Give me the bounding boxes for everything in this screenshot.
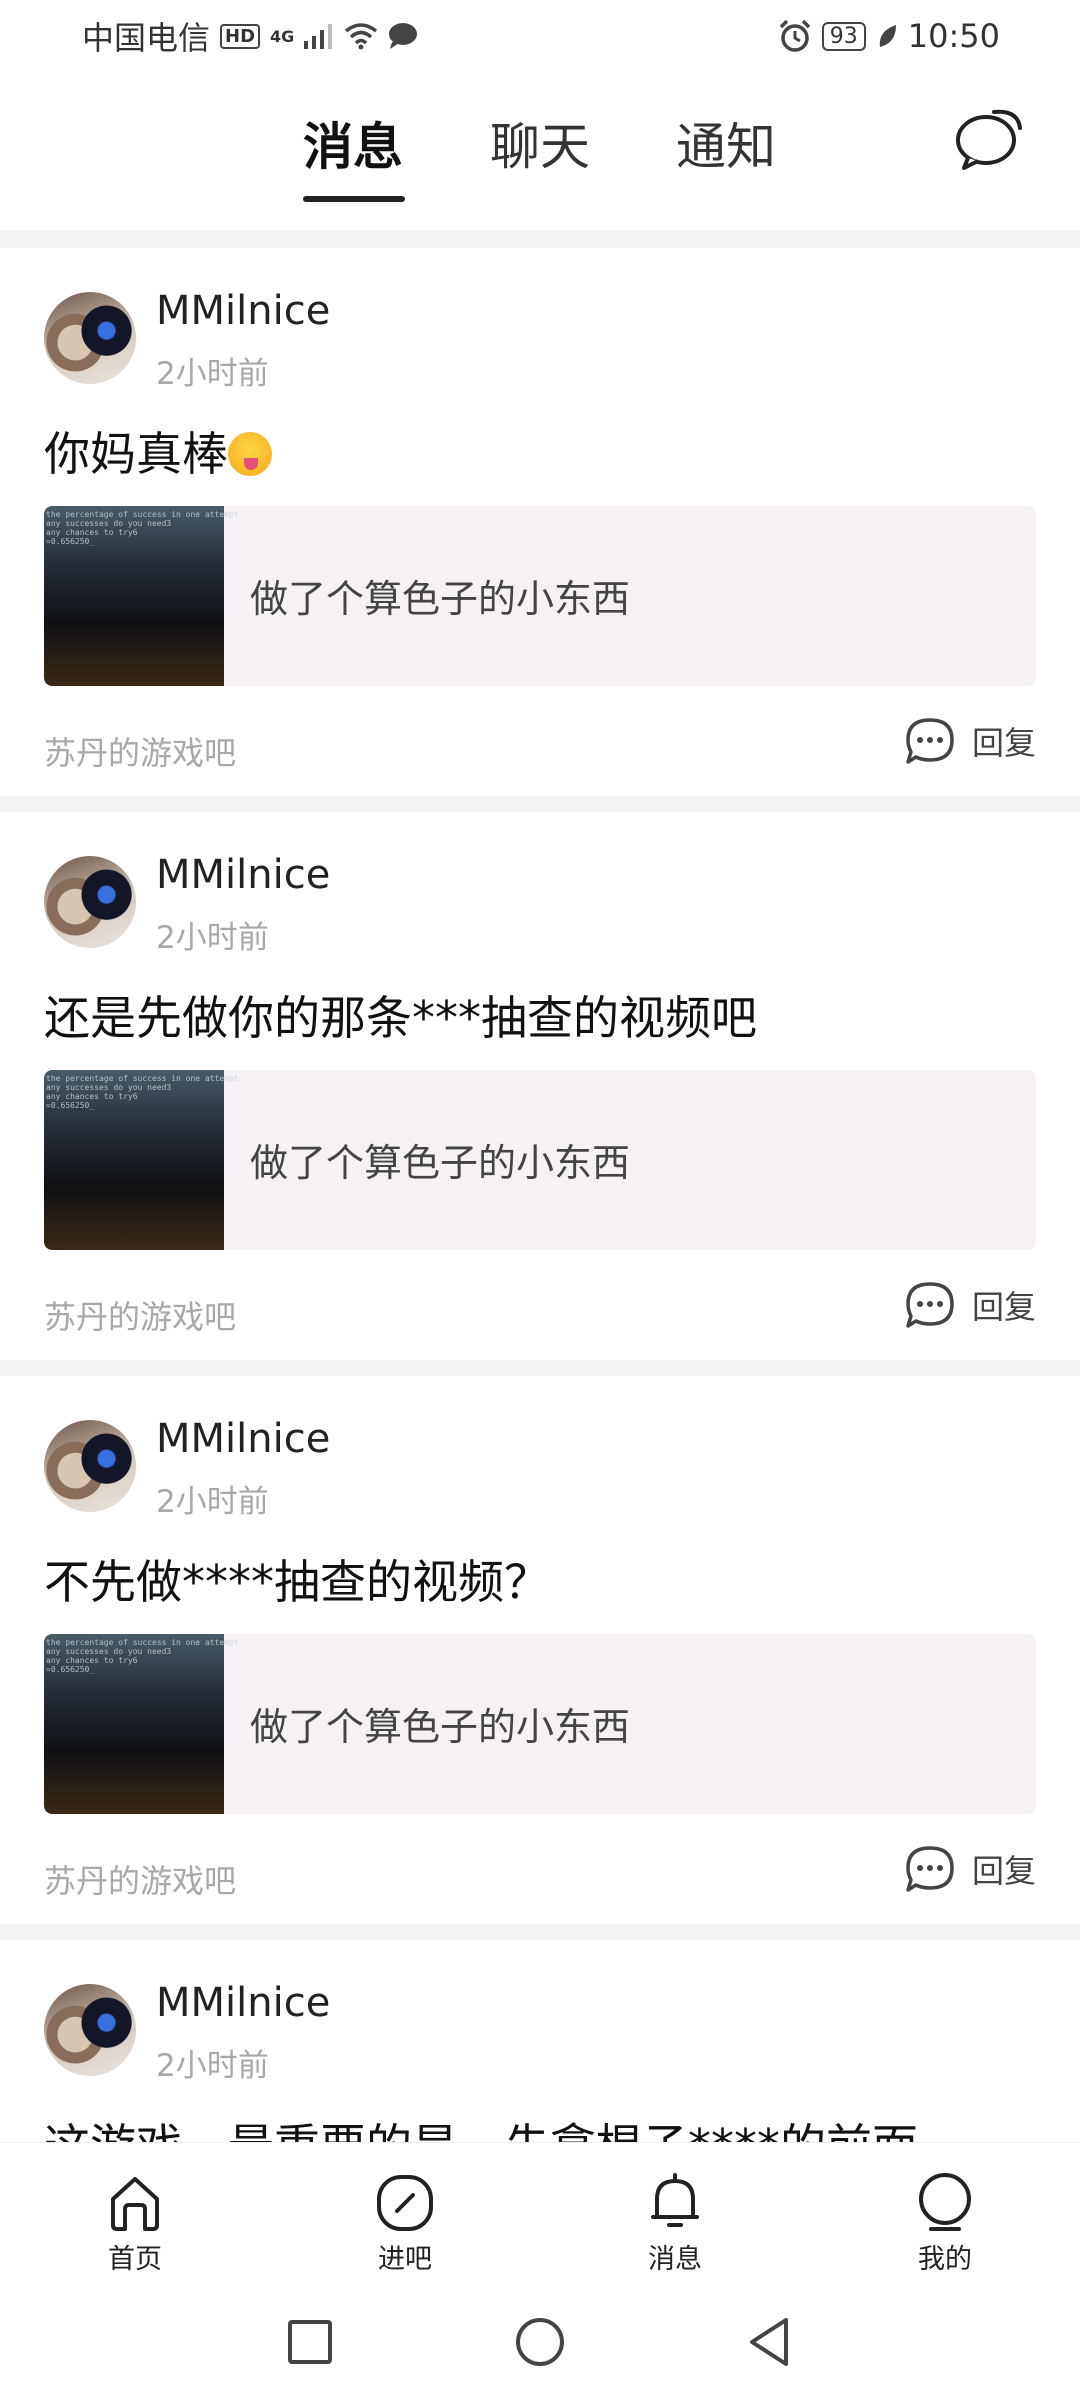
compass-icon — [377, 2175, 433, 2231]
nav-label: 进吧 — [378, 2244, 432, 2275]
bell-icon — [651, 2173, 699, 2227]
reply-button[interactable]: 回复 — [904, 716, 1036, 766]
chat-bubbles-icon[interactable] — [954, 106, 1024, 170]
comment-icon — [906, 1282, 954, 1328]
network-type: 4G — [270, 26, 295, 46]
nav-messages[interactable]: 消息 — [605, 2171, 745, 2276]
nav-explore[interactable]: 进吧 — [335, 2171, 475, 2276]
tab-notifications[interactable]: 通知 — [676, 107, 776, 179]
timestamp: 2小时前 — [156, 920, 269, 956]
carrier-label: 中国电信 — [82, 19, 211, 57]
avatar[interactable] — [44, 856, 136, 948]
message-text[interactable]: 不先做****抽查的视频？ — [44, 1546, 550, 1612]
message-card[interactable]: MMilnice 2小时前 还是先做你的那条***抽查的视频吧 做了个算色子的小… — [0, 812, 1080, 1360]
reply-label: 回复 — [971, 724, 1036, 762]
nav-profile[interactable]: 我的 — [875, 2171, 1015, 2276]
avatar[interactable] — [44, 1984, 136, 2076]
home-icon — [111, 2177, 159, 2231]
comment-icon — [906, 718, 954, 764]
hd-badge: HD — [220, 23, 261, 49]
tab-messages[interactable]: 消息 — [303, 107, 403, 179]
forum-name[interactable]: 苏丹的游戏吧 — [44, 1856, 236, 1902]
message-text[interactable]: 这游戏，最重要的是，先拿棍子****的前面 — [44, 2110, 918, 2142]
nav-label: 首页 — [108, 2244, 162, 2275]
active-tab-underline — [303, 196, 405, 202]
post-thumbnail — [44, 1634, 239, 1814]
quoted-post[interactable]: 做了个算色子的小东西 — [44, 1634, 1036, 1814]
message-text[interactable]: 还是先做你的那条***抽查的视频吧 — [44, 982, 757, 1048]
recent-apps-icon[interactable] — [280, 2312, 340, 2372]
profile-icon — [919, 2173, 971, 2231]
system-navigation — [0, 2292, 1080, 2400]
username[interactable]: MMilnice — [156, 288, 330, 334]
back-icon[interactable] — [740, 2312, 800, 2372]
post-thumbnail — [44, 1070, 239, 1250]
header: 消息 聊天 通知 — [0, 72, 1080, 230]
quoted-post-title: 做了个算色子的小东西 — [250, 1705, 631, 1749]
status-right: 93 10:50 — [778, 17, 1000, 55]
forum-name[interactable]: 苏丹的游戏吧 — [44, 1292, 236, 1338]
comment-icon — [906, 1846, 954, 1892]
quoted-post-title: 做了个算色子的小东西 — [250, 577, 631, 621]
reply-label: 回复 — [971, 1852, 1036, 1890]
message-card[interactable]: MMilnice 2小时前 不先做****抽查的视频？ 做了个算色子的小东西 苏… — [0, 1376, 1080, 1924]
message-text[interactable]: 你妈真棒 — [44, 418, 272, 484]
message-card[interactable]: MMilnice 2小时前 这游戏，最重要的是，先拿棍子****的前面 — [0, 1940, 1080, 2142]
wifi-icon — [345, 23, 378, 50]
clock: 10:50 — [907, 17, 1000, 55]
username[interactable]: MMilnice — [156, 852, 330, 898]
reply-button[interactable]: 回复 — [904, 1844, 1036, 1894]
post-thumbnail — [44, 506, 239, 686]
quoted-post[interactable]: 做了个算色子的小东西 — [44, 1070, 1036, 1250]
username[interactable]: MMilnice — [156, 1416, 330, 1462]
leaf-icon — [879, 25, 896, 47]
avatar[interactable] — [44, 1420, 136, 1512]
nav-home[interactable]: 首页 — [65, 2171, 205, 2276]
message-feed[interactable]: MMilnice 2小时前 你妈真棒 做了个算色子的小东西 苏丹的游戏吧 回复 … — [0, 230, 1080, 2142]
alarm-icon — [779, 19, 811, 52]
quoted-post[interactable]: 做了个算色子的小东西 — [44, 506, 1036, 686]
signal-icon — [304, 24, 333, 49]
message-notification-icon — [389, 23, 418, 49]
quoted-post-title: 做了个算色子的小东西 — [250, 1141, 631, 1185]
reply-label: 回复 — [971, 1288, 1036, 1326]
message-body: 你妈真棒 — [44, 427, 228, 481]
bottom-navigation: 首页 进吧 消息 我的 — [0, 2142, 1080, 2292]
timestamp: 2小时前 — [156, 1484, 269, 1520]
timestamp: 2小时前 — [156, 356, 269, 392]
avatar[interactable] — [44, 292, 136, 384]
status-left: 中国电信 HD 4G — [82, 13, 418, 59]
reply-button[interactable]: 回复 — [904, 1280, 1036, 1330]
nav-label: 我的 — [918, 2244, 972, 2275]
tab-chat[interactable]: 聊天 — [490, 107, 590, 179]
username[interactable]: MMilnice — [156, 1980, 330, 2026]
battery-indicator: 93 — [821, 21, 866, 51]
nav-label: 消息 — [648, 2244, 702, 2275]
yum-emoji-icon — [228, 432, 272, 476]
forum-name[interactable]: 苏丹的游戏吧 — [44, 728, 236, 774]
status-bar: 中国电信 HD 4G 93 10:50 — [0, 0, 1080, 72]
home-circle-icon[interactable] — [510, 2312, 570, 2372]
timestamp: 2小时前 — [156, 2048, 269, 2084]
message-card[interactable]: MMilnice 2小时前 你妈真棒 做了个算色子的小东西 苏丹的游戏吧 回复 — [0, 248, 1080, 796]
